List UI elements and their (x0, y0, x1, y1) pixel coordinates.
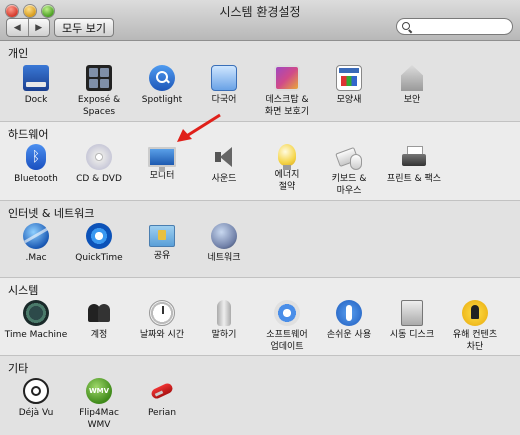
date-time-icon (149, 300, 175, 326)
energy-saver-icon (278, 144, 296, 170)
section-personal: 개인 Dock Exposé & Spaces Spotlight 다국어 데스… (0, 41, 520, 121)
appearance-icon (336, 65, 362, 91)
pane-print-fax[interactable]: 프린트 & 팩스 (374, 144, 454, 185)
dotmac-icon (23, 223, 49, 249)
arrow-shaft (184, 113, 221, 139)
parental-controls-icon (462, 300, 488, 326)
pane-label: 네트워크 (207, 253, 241, 263)
show-all-button[interactable]: 모두 보기 (54, 18, 114, 37)
section-other: 기타 Déjà Vu WMV Flip4Mac WMV Perian (0, 356, 520, 435)
section-system: 시스템 Time Machine 계정 날짜와 시간 말하기 소프트웨어 업데이… (0, 278, 520, 355)
cd-dvd-icon (86, 144, 112, 170)
expose-spaces-icon (86, 65, 112, 91)
back-forward-control: ◀ ▶ (6, 18, 50, 37)
back-button[interactable]: ◀ (7, 19, 28, 36)
search-field[interactable] (396, 18, 513, 35)
section-hardware: 하드웨어 ᛒ Bluetooth CD & DVD 모니터 사운드 에너지 절약… (0, 122, 520, 200)
annotation-arrow-icon (177, 113, 221, 142)
pane-perian[interactable]: Perian (124, 378, 200, 419)
spotlight-icon (149, 65, 175, 91)
universal-access-icon (336, 300, 362, 326)
software-update-icon (274, 300, 300, 326)
system-preferences-window: 시스템 환경설정 ◀ ▶ 모두 보기 개인 Dock Exposé & Spac… (0, 0, 520, 435)
forward-button[interactable]: ▶ (27, 19, 50, 36)
speech-icon (217, 300, 231, 326)
section-title: 인터넷 & 네트워크 (8, 207, 95, 220)
section-internet-network: 인터넷 & 네트워크 .Mac QuickTime 공유 네트워크 (0, 201, 520, 277)
toolbar: 시스템 환경설정 ◀ ▶ 모두 보기 (0, 0, 520, 41)
quicktime-icon (86, 223, 112, 249)
section-title: 기타 (8, 362, 29, 375)
flip4mac-wmv-icon: WMV (86, 378, 112, 404)
network-icon (211, 223, 237, 249)
security-icon (401, 65, 423, 91)
displays-icon (148, 147, 176, 172)
dock-icon (23, 65, 49, 91)
pane-security[interactable]: 보안 (374, 65, 450, 106)
section-title: 시스템 (8, 284, 39, 297)
accounts-icon (86, 300, 112, 326)
search-icon (402, 21, 412, 32)
time-machine-icon (23, 300, 49, 326)
section-title: 하드웨어 (8, 128, 49, 141)
sharing-icon (149, 225, 175, 247)
perian-icon (149, 378, 175, 404)
chevron-left-icon: ◀ (13, 22, 21, 33)
search-input[interactable] (416, 19, 510, 34)
chevron-right-icon: ▶ (35, 22, 43, 33)
pane-label: 유해 컨텐츠 차단 (452, 330, 498, 352)
pane-label: Perian (147, 408, 177, 418)
deja-vu-icon (23, 378, 49, 404)
print-fax-icon (401, 144, 427, 170)
section-title: 개인 (8, 47, 29, 60)
startup-disk-icon (401, 300, 423, 326)
pane-label: 보안 (403, 95, 421, 105)
pane-parental-controls[interactable]: 유해 컨텐츠 차단 (437, 300, 513, 353)
pane-network[interactable]: 네트워크 (186, 223, 262, 264)
desktop-screensaver-icon (274, 65, 300, 91)
keyboard-mouse-icon (336, 144, 362, 170)
pane-label: 프린트 & 팩스 (386, 174, 442, 184)
international-icon (211, 65, 237, 91)
sound-icon (211, 144, 237, 170)
bluetooth-icon: ᛒ (26, 144, 46, 170)
